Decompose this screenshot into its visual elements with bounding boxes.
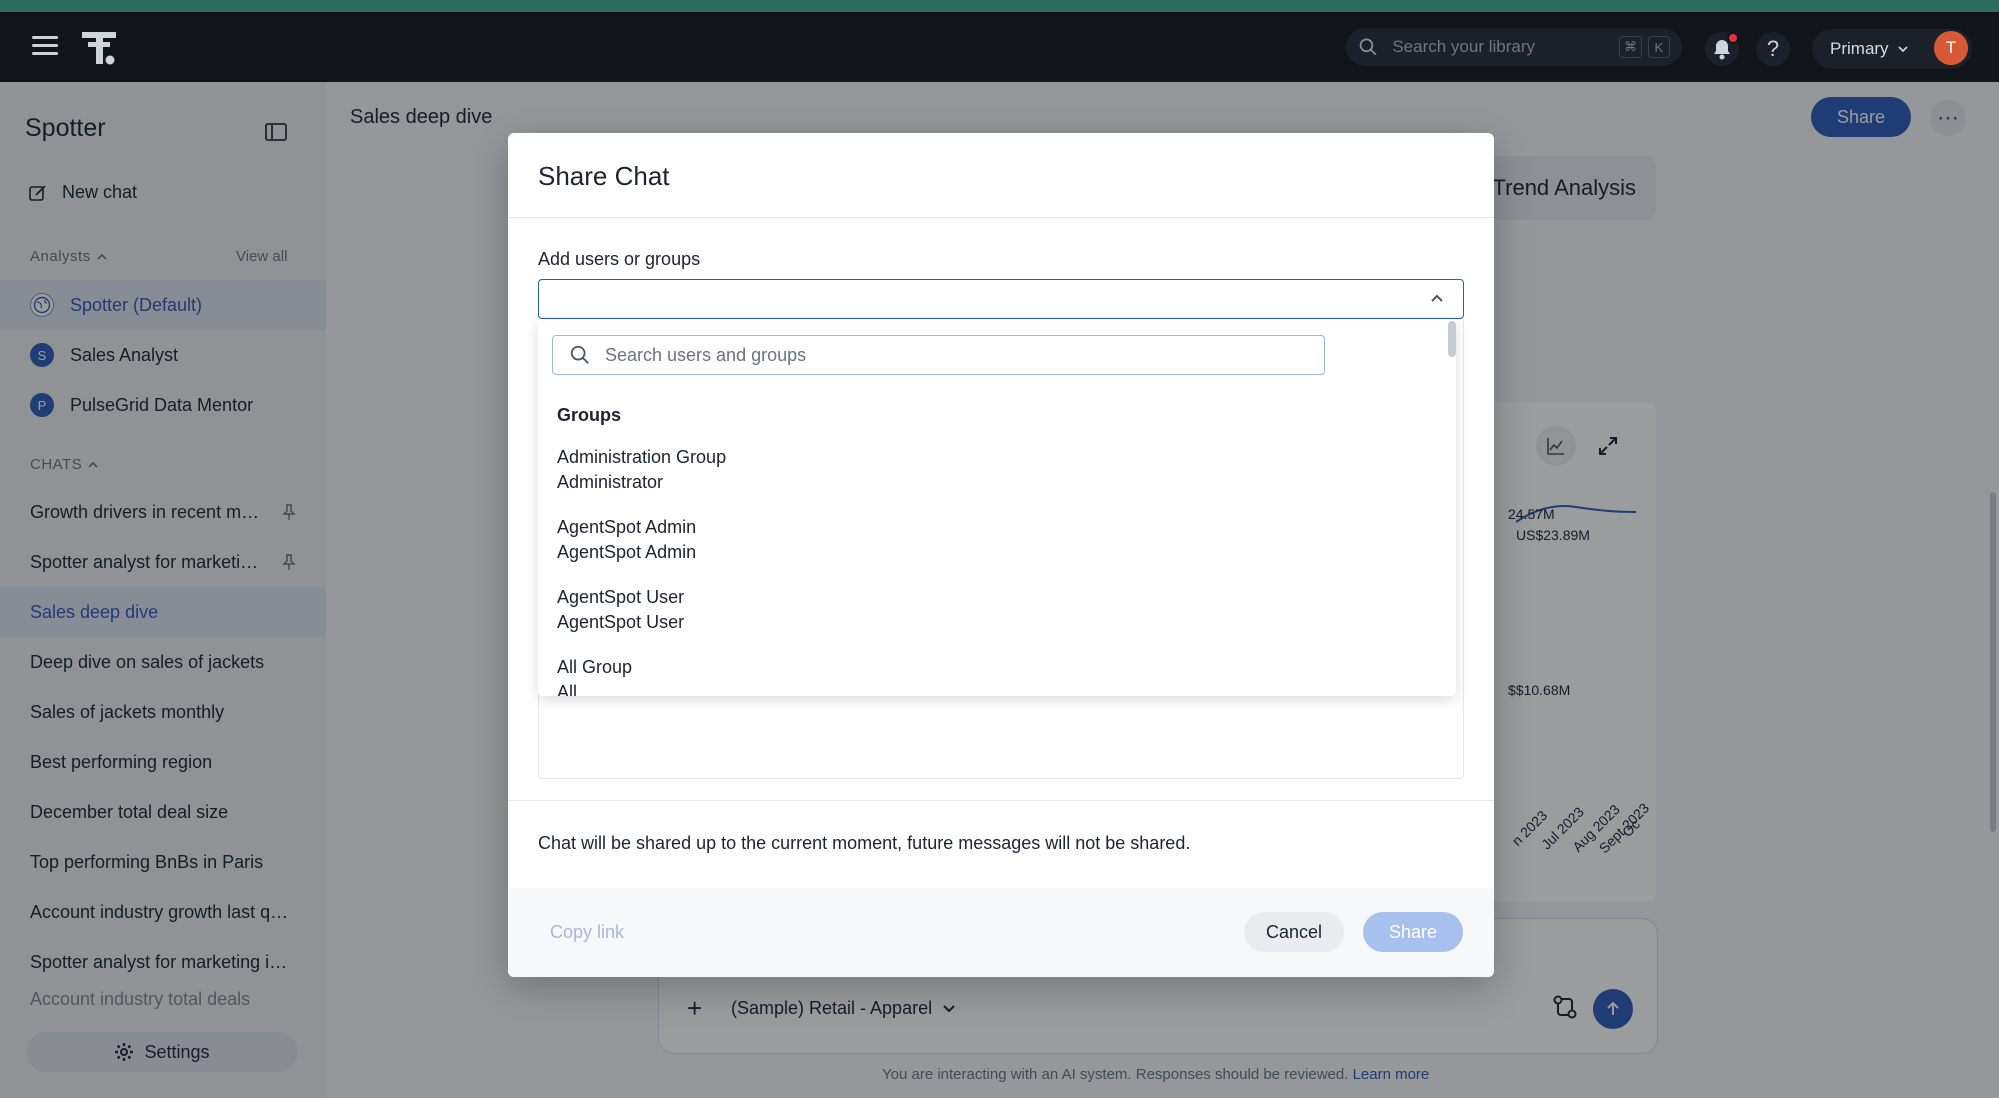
group-option[interactable]: AgentSpot User AgentSpot User bbox=[557, 585, 1437, 635]
chevron-up-icon bbox=[1431, 294, 1443, 302]
org-label: Primary bbox=[1830, 39, 1889, 58]
avatar[interactable]: T bbox=[1934, 31, 1968, 65]
group-name: Administration Group bbox=[557, 447, 727, 467]
dropdown-search[interactable] bbox=[552, 335, 1325, 375]
field-label: Add users or groups bbox=[538, 249, 701, 269]
app-bar: ⌘ K ? Primary T bbox=[0, 12, 1999, 82]
search-icon bbox=[1359, 38, 1377, 56]
share-note: Chat will be shared up to the current mo… bbox=[538, 833, 1191, 853]
library-search-input[interactable] bbox=[1392, 37, 1614, 57]
chevron-down-icon bbox=[1897, 46, 1908, 53]
dialog-footer: Copy link Cancel Share bbox=[508, 888, 1494, 977]
top-accent-strip bbox=[0, 0, 1999, 12]
group-name: All Group bbox=[557, 657, 633, 677]
help-button[interactable]: ? bbox=[1756, 32, 1790, 66]
divider bbox=[508, 800, 1494, 801]
group-subtitle: Administrator bbox=[557, 472, 664, 492]
group-name: AgentSpot Admin bbox=[557, 517, 697, 537]
library-search[interactable]: ⌘ K bbox=[1346, 28, 1682, 66]
groups-header: Groups bbox=[557, 405, 622, 425]
menu-icon[interactable] bbox=[32, 36, 58, 58]
users-groups-dropdown: Groups Administration Group Administrato… bbox=[538, 319, 1456, 696]
group-option[interactable]: Administration Group Administrator bbox=[557, 445, 1437, 495]
dropdown-search-input[interactable] bbox=[605, 344, 1324, 366]
help-icon: ? bbox=[1766, 36, 1780, 61]
shortcut-key-k: K bbox=[1647, 36, 1670, 58]
group-subtitle: All bbox=[557, 682, 578, 696]
dropdown-scrollbar[interactable] bbox=[1448, 321, 1456, 357]
divider bbox=[508, 217, 1494, 218]
app-logo[interactable] bbox=[80, 28, 120, 68]
group-subtitle: AgentSpot User bbox=[557, 612, 685, 632]
group-option[interactable]: AgentSpot Admin AgentSpot Admin bbox=[557, 515, 1437, 565]
notifications-button[interactable] bbox=[1705, 32, 1739, 66]
search-icon bbox=[570, 345, 589, 364]
share-submit-button[interactable]: Share bbox=[1363, 912, 1463, 952]
dialog-title: Share Chat bbox=[538, 161, 670, 191]
notification-dot bbox=[1727, 32, 1739, 44]
group-subtitle: AgentSpot Admin bbox=[557, 542, 697, 562]
shortcut-key-cmd: ⌘ bbox=[1619, 36, 1642, 58]
share-chat-dialog: Share Chat Add users or groups Groups Ad… bbox=[508, 133, 1494, 977]
users-groups-select[interactable] bbox=[538, 279, 1464, 319]
group-name: AgentSpot User bbox=[557, 587, 685, 607]
cancel-button[interactable]: Cancel bbox=[1244, 912, 1344, 952]
group-option[interactable]: All Group All bbox=[557, 655, 1437, 696]
copy-link-button[interactable]: Copy link bbox=[550, 922, 624, 943]
